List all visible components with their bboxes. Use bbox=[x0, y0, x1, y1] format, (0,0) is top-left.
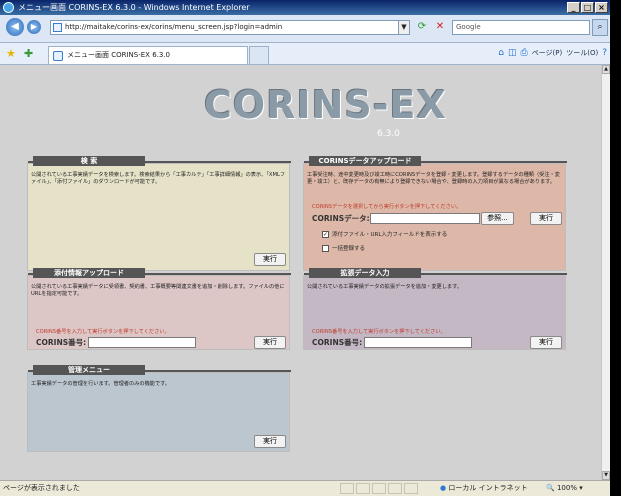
favorites-star-icon[interactable]: ★ bbox=[6, 47, 16, 60]
extend-corins-number-input[interactable] bbox=[364, 337, 472, 348]
zoom-icon: 🔍 bbox=[546, 484, 555, 492]
tab-menu-screen[interactable]: メニュー画面 CORINS-EX 6.3.0 bbox=[48, 46, 248, 64]
page-viewport: CORINS-EX 6.3.0 検 索 公開されている工事実績データを検索します… bbox=[0, 65, 601, 480]
window-title: メニュー画面 CORINS-EX 6.3.0 - Windows Interne… bbox=[18, 3, 250, 12]
status-text: ページが表示されました bbox=[3, 484, 80, 492]
attach-corins-number-label: CORINS番号: bbox=[36, 338, 87, 347]
bulk-register-checkbox[interactable] bbox=[322, 244, 329, 252]
window-titlebar: メニュー画面 CORINS-EX 6.3.0 - Windows Interne… bbox=[0, 0, 610, 15]
attach-corins-number-input[interactable] bbox=[88, 337, 196, 348]
extend-run-button[interactable]: 実行 bbox=[530, 336, 562, 349]
admin-title: 管理メニュー bbox=[33, 365, 145, 375]
panel-header: 拡張データ入力 bbox=[304, 268, 567, 282]
status-segment bbox=[372, 483, 386, 494]
forward-icon[interactable]: ▶ bbox=[27, 20, 41, 34]
refresh-icon[interactable]: ⟳ bbox=[414, 20, 430, 35]
minimize-button[interactable]: _ bbox=[567, 2, 580, 13]
corins-data-label: CORINSデータ: bbox=[312, 214, 370, 223]
close-button[interactable]: × bbox=[595, 2, 608, 13]
browse-button[interactable]: 参照... bbox=[481, 212, 514, 225]
search-input[interactable]: Google bbox=[452, 20, 590, 35]
corins-data-file-input[interactable] bbox=[370, 213, 480, 224]
attach-description: 公開されている工事実績データに受領書、契約書、工事概要等関連文書を追加・削除しま… bbox=[31, 284, 285, 298]
panel-header: 管理メニュー bbox=[28, 365, 291, 379]
scroll-up-icon[interactable]: ▲ bbox=[602, 65, 610, 74]
attach-title: 添付情報アップロード bbox=[33, 268, 145, 278]
tab-toolbar: ★ ✚ メニュー画面 CORINS-EX 6.3.0 ⌂ ◫ ⎙ ページ(P) … bbox=[0, 43, 610, 65]
show-attachment-fields-checkbox[interactable]: ✓ bbox=[322, 230, 329, 238]
globe-icon: ● bbox=[440, 484, 447, 492]
panel-header: CORINSデータアップロード bbox=[304, 156, 567, 170]
search-description: 公開されている工事実績データを検索します。検索結果から「工事カルテ」「工事詳細情… bbox=[31, 172, 286, 186]
admin-panel: 管理メニュー 工事実績データの管理を行います。管理者のみの機能です。 実行 bbox=[27, 365, 291, 452]
show-attachment-fields-option[interactable]: ✓ 添付ファイル・URL入力フィールドを表示する bbox=[322, 230, 447, 238]
scroll-down-icon[interactable]: ▼ bbox=[602, 471, 610, 480]
address-toolbar: ◀ ▶ http://maitake/corins-ex/corins/menu… bbox=[0, 15, 610, 43]
extend-title: 拡張データ入力 bbox=[309, 268, 421, 278]
maximize-button[interactable]: □ bbox=[581, 2, 594, 13]
page-menu[interactable]: ページ(P) bbox=[532, 48, 563, 58]
feeds-icon[interactable]: ◫ bbox=[508, 48, 517, 58]
admin-run-button[interactable]: 実行 bbox=[254, 435, 286, 448]
attach-panel: 添付情報アップロード 公開されている工事実績データに受領書、契約書、工事概要等関… bbox=[27, 268, 291, 350]
command-bar: ⌂ ◫ ⎙ ページ(P) ツール(O) ? bbox=[498, 48, 607, 58]
page-icon bbox=[53, 23, 62, 32]
tab-label: メニュー画面 CORINS-EX 6.3.0 bbox=[67, 51, 171, 59]
address-input[interactable]: http://maitake/corins-ex/corins/menu_scr… bbox=[50, 20, 410, 35]
status-segment bbox=[356, 483, 370, 494]
vertical-scrollbar[interactable]: ▲ ▼ bbox=[601, 65, 610, 480]
help-icon[interactable]: ? bbox=[602, 48, 607, 58]
search-panel: 検 索 公開されている工事実績データを検索します。検索結果から「工事カルテ」「工… bbox=[27, 156, 291, 271]
show-attachment-fields-label: 添付ファイル・URL入力フィールドを表示する bbox=[332, 232, 448, 238]
tab-page-icon bbox=[53, 51, 63, 61]
app-version: 6.3.0 bbox=[377, 129, 400, 139]
bulk-register-label: 一括登録する bbox=[332, 246, 366, 252]
print-icon[interactable]: ⎙ bbox=[520, 48, 527, 58]
address-url: http://maitake/corins-ex/corins/menu_scr… bbox=[65, 23, 283, 31]
attach-run-button[interactable]: 実行 bbox=[254, 336, 286, 349]
zoom-level: 100% bbox=[556, 484, 577, 492]
add-favorite-icon[interactable]: ✚ bbox=[24, 47, 33, 60]
search-run-button[interactable]: 実行 bbox=[254, 253, 286, 266]
upload-title: CORINSデータアップロード bbox=[309, 156, 421, 166]
address-dropdown-icon[interactable]: ▼ bbox=[398, 20, 410, 35]
status-segment bbox=[340, 483, 354, 494]
bulk-register-option[interactable]: 一括登録する bbox=[322, 244, 365, 252]
extend-panel: 拡張データ入力 公開されている工事実績データの拡張データを追加・変更します。 C… bbox=[303, 268, 567, 350]
upload-run-button[interactable]: 実行 bbox=[530, 212, 562, 225]
zone-label: ローカル イントラネット bbox=[448, 484, 528, 492]
ie-logo-icon bbox=[3, 2, 14, 13]
extend-corins-number-label: CORINS番号: bbox=[312, 338, 363, 347]
status-segment bbox=[404, 483, 418, 494]
admin-description: 工事実績データの管理を行います。管理者のみの機能です。 bbox=[31, 381, 171, 387]
upload-hint: CORINSデータを選択してから実行ボタンを押下してください。 bbox=[312, 204, 462, 210]
window-controls: _ □ × bbox=[567, 2, 608, 13]
upload-panel: CORINSデータアップロード 工事受注時、途中変更時及び竣工時にCORINSデ… bbox=[303, 156, 567, 271]
tools-menu[interactable]: ツール(O) bbox=[566, 48, 598, 58]
app-logo: CORINS-EX bbox=[204, 83, 447, 127]
status-segment bbox=[388, 483, 402, 494]
security-zone[interactable]: ● ローカル イントラネット bbox=[440, 481, 528, 496]
extend-hint: CORINS番号を入力して実行ボタンを押下してください。 bbox=[312, 329, 446, 335]
new-tab-button[interactable] bbox=[249, 46, 269, 64]
stop-icon[interactable]: ✕ bbox=[432, 20, 448, 35]
panel-header: 検 索 bbox=[28, 156, 291, 170]
back-icon[interactable]: ◀ bbox=[6, 18, 24, 36]
status-bar: ページが表示されました ● ローカル イントラネット 🔍 100% ▾ bbox=[0, 480, 610, 496]
home-icon[interactable]: ⌂ bbox=[498, 48, 504, 58]
zoom-control[interactable]: 🔍 100% ▾ bbox=[546, 481, 583, 496]
search-icon[interactable]: ⌕ bbox=[592, 19, 608, 36]
extend-description: 公開されている工事実績データの拡張データを追加・変更します。 bbox=[307, 284, 462, 290]
upload-description: 工事受注時、途中変更時及び竣工時にCORINSデータを登録・変更します。登録する… bbox=[307, 172, 560, 186]
panel-header: 添付情報アップロード bbox=[28, 268, 291, 282]
attach-hint: CORINS番号を入力して実行ボタンを押下してください。 bbox=[36, 329, 170, 335]
search-title: 検 索 bbox=[33, 156, 145, 166]
